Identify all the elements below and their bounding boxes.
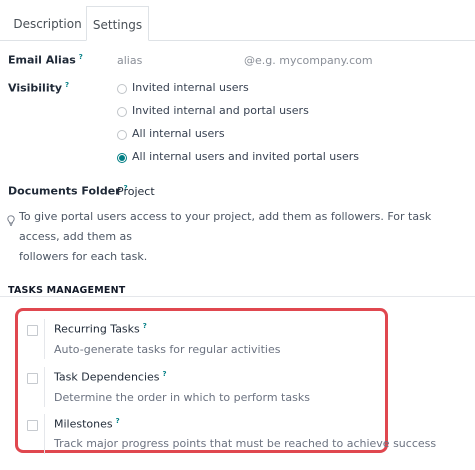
section-title-tasks-management: TASKS MANAGEMENT (8, 285, 126, 296)
help-icon[interactable]: ? (116, 417, 120, 425)
visibility-option-label: All internal users and invited portal us… (132, 150, 359, 163)
visibility-option-label: Invited internal and portal users (132, 104, 309, 117)
visibility-radio-invited-internal-portal[interactable] (117, 107, 127, 117)
documents-folder-value[interactable]: Project (117, 185, 155, 198)
email-domain-input[interactable]: @e.g. mycompany.com (244, 54, 373, 67)
milestones-description: Track major progress points that must be… (54, 437, 437, 450)
email-alias-label-text: Email Alias (8, 53, 76, 67)
lightbulb-icon (7, 211, 15, 230)
setting-divider (44, 367, 45, 407)
setting-divider (44, 414, 45, 454)
task-dependencies-title-text: Task Dependencies (54, 370, 160, 384)
help-icon[interactable]: ? (143, 322, 147, 330)
milestones-checkbox[interactable] (27, 420, 38, 431)
section-divider (0, 296, 475, 297)
tab-settings[interactable]: Settings (86, 6, 149, 41)
help-icon[interactable]: ? (65, 81, 69, 89)
recurring-tasks-description: Auto-generate tasks for regular activiti… (54, 343, 281, 356)
visibility-option-label: All internal users (132, 127, 225, 140)
documents-folder-label: Documents Folder? (8, 184, 128, 198)
email-alias-label: Email Alias? (8, 53, 83, 67)
visibility-label: Visibility? (8, 81, 69, 95)
visibility-option-label: Invited internal users (132, 81, 249, 94)
milestones-title: Milestones? (54, 417, 120, 431)
portal-access-hint: To give portal users access to your proj… (19, 207, 469, 267)
milestones-title-text: Milestones (54, 417, 113, 431)
task-dependencies-title: Task Dependencies? (54, 370, 167, 384)
visibility-radio-invited-internal[interactable] (117, 84, 127, 94)
task-dependencies-checkbox[interactable] (27, 373, 38, 384)
visibility-radio-all-internal-invited-portal[interactable] (117, 153, 127, 163)
hint-line-1: To give portal users access to your proj… (19, 210, 432, 243)
documents-folder-label-text: Documents Folder (8, 184, 121, 198)
help-icon[interactable]: ? (79, 53, 83, 61)
recurring-tasks-title-text: Recurring Tasks (54, 322, 140, 336)
visibility-radio-all-internal[interactable] (117, 130, 127, 140)
recurring-tasks-title: Recurring Tasks? (54, 322, 147, 336)
email-alias-input[interactable]: alias (117, 54, 142, 67)
task-dependencies-description: Determine the order in which to perform … (54, 391, 310, 404)
setting-divider (44, 319, 45, 359)
visibility-label-text: Visibility (8, 81, 63, 95)
help-icon[interactable]: ? (163, 370, 167, 378)
notebook-tabs: Description Settings (0, 0, 475, 41)
hint-line-2: followers for each task. (19, 250, 148, 263)
tab-description[interactable]: Description (9, 6, 86, 41)
recurring-tasks-checkbox[interactable] (27, 325, 38, 336)
